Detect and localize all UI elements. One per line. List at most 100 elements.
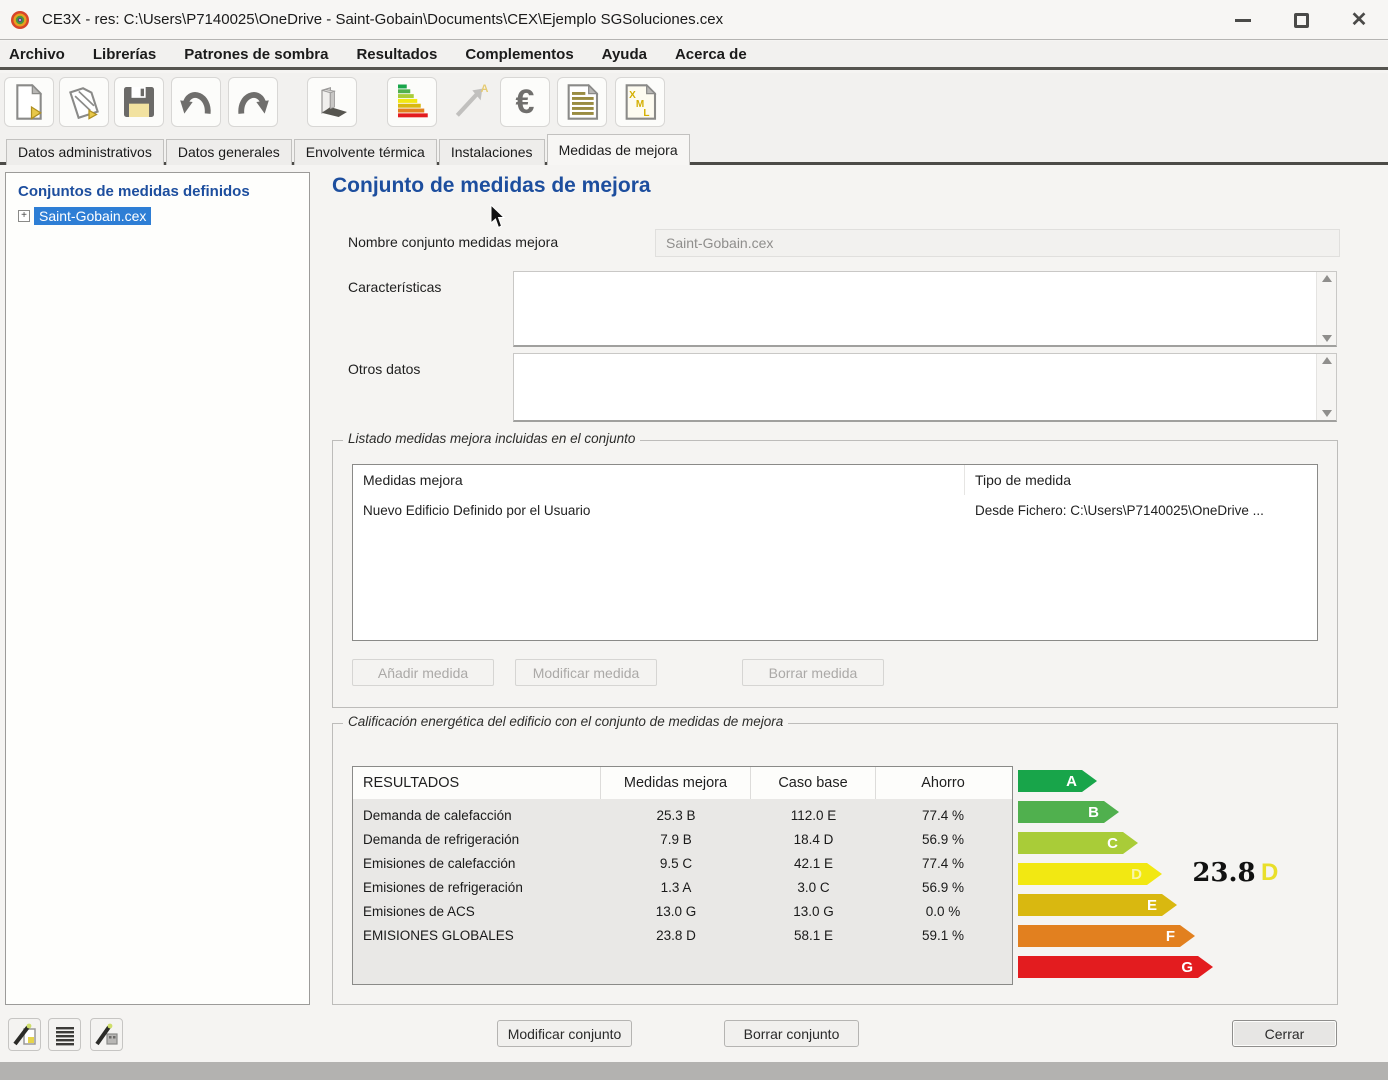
calificacion-group-title: Calificación energética del edificio con… xyxy=(343,714,788,729)
menu-resultados[interactable]: Resultados xyxy=(342,46,451,63)
borrar-conjunto-button[interactable]: Borrar conjunto xyxy=(724,1020,859,1047)
value-caso-base: 112.0 E xyxy=(751,808,876,823)
energy-arrow-G: G xyxy=(1018,956,1213,978)
new-file-button[interactable] xyxy=(4,77,54,127)
row-label: Demanda de refrigeración xyxy=(353,832,601,847)
measures-list-button[interactable] xyxy=(48,1018,81,1051)
measure-row[interactable]: Nuevo Edificio Definido por el Usuario D… xyxy=(353,495,1317,525)
measure-document-button[interactable] xyxy=(8,1018,41,1051)
maximize-button[interactable] xyxy=(1272,0,1330,40)
measure-building-button[interactable] xyxy=(90,1018,123,1051)
value-caso-base: 13.0 G xyxy=(751,904,876,919)
tab-medidas-de-mejora[interactable]: Medidas de mejora xyxy=(547,134,690,165)
mouse-cursor xyxy=(490,204,510,230)
otros-datos-textarea[interactable] xyxy=(514,354,1316,420)
rating-letter: G xyxy=(1181,959,1213,976)
otros-datos-field xyxy=(513,353,1337,422)
tab-envolvente-termica[interactable]: Envolvente térmica xyxy=(294,139,437,165)
tab-instalaciones[interactable]: Instalaciones xyxy=(439,139,545,165)
rating-letter: C xyxy=(1107,835,1138,852)
table-row: Emisiones de calefacción 9.5 C 42.1 E 77… xyxy=(353,851,1012,875)
measure-document-icon xyxy=(12,1022,38,1048)
measure-type[interactable]: Desde Fichero: C:\Users\P7140025\OneDriv… xyxy=(965,503,1317,518)
energy-arrow-A: A xyxy=(1018,770,1097,792)
menu-archivo[interactable]: Archivo xyxy=(0,46,79,63)
report-icon xyxy=(562,82,602,122)
improve-rating-button[interactable]: A xyxy=(444,77,494,127)
tab-datos-generales[interactable]: Datos generales xyxy=(166,139,292,165)
anadir-medida-button[interactable]: Añadir medida xyxy=(352,659,494,686)
undo-button[interactable] xyxy=(171,77,221,127)
svg-text:A: A xyxy=(481,83,489,95)
modificar-medida-button[interactable]: Modificar medida xyxy=(515,659,657,686)
save-icon xyxy=(119,82,159,122)
sidebar-panel: Conjuntos de medidas definidos + Saint-G… xyxy=(5,172,310,1005)
rating-letter: F xyxy=(1166,928,1195,945)
euro-icon: € xyxy=(516,83,535,122)
value-ahorro: 59.1 % xyxy=(876,928,1010,943)
window-title: CE3X - res: C:\Users\P7140025\OneDrive -… xyxy=(42,11,723,28)
results-table-header: RESULTADOS Medidas mejora Caso base Ahor… xyxy=(353,767,1012,799)
caracteristicas-textarea[interactable] xyxy=(514,272,1316,345)
column-caso-base: Caso base xyxy=(751,767,876,799)
svg-text:L: L xyxy=(643,108,649,119)
nombre-input[interactable] xyxy=(655,229,1340,257)
tree-item-label[interactable]: Saint-Gobain.cex xyxy=(34,207,151,225)
new-file-icon xyxy=(9,82,49,122)
value-medidas: 13.0 G xyxy=(601,904,751,919)
redo-button[interactable] xyxy=(228,77,278,127)
minimize-button[interactable] xyxy=(1214,0,1272,40)
table-row: Demanda de calefacción 25.3 B 112.0 E 77… xyxy=(353,803,1012,827)
column-medidas-mejora: Medidas mejora xyxy=(353,465,965,495)
export-xml-button[interactable]: XML xyxy=(615,77,665,127)
modificar-conjunto-button[interactable]: Modificar conjunto xyxy=(497,1020,632,1047)
menu-acerca-de[interactable]: Acerca de xyxy=(661,46,761,63)
rating-letter: E xyxy=(1147,897,1177,914)
caracteristicas-scrollbar[interactable] xyxy=(1316,272,1336,345)
energy-rating-button[interactable] xyxy=(387,77,437,127)
energy-arrow-E: E xyxy=(1018,894,1177,916)
menu-ayuda[interactable]: Ayuda xyxy=(588,46,661,63)
energy-rating-icon xyxy=(391,81,433,123)
table-row: Emisiones de refrigeración 1.3 A 3.0 C 5… xyxy=(353,875,1012,899)
close-button[interactable]: ✕ xyxy=(1330,0,1388,40)
building-3d-button[interactable] xyxy=(307,77,357,127)
scroll-down-icon[interactable] xyxy=(1322,335,1332,342)
report-button[interactable] xyxy=(557,77,607,127)
otros-datos-scrollbar[interactable] xyxy=(1316,354,1336,420)
column-tipo-de-medida: Tipo de medida xyxy=(965,465,1317,495)
nombre-label: Nombre conjunto medidas mejora xyxy=(348,234,558,250)
rating-letter: B xyxy=(1088,804,1119,821)
borrar-medida-button[interactable]: Borrar medida xyxy=(742,659,884,686)
energy-arrow-C: C xyxy=(1018,832,1138,854)
scroll-up-icon[interactable] xyxy=(1322,275,1332,282)
save-button[interactable] xyxy=(114,77,164,127)
column-ahorro: Ahorro xyxy=(876,767,1010,799)
value-caso-base: 58.1 E xyxy=(751,928,876,943)
menu-complementos[interactable]: Complementos xyxy=(451,46,587,63)
scroll-up-icon[interactable] xyxy=(1322,357,1332,364)
tree-item-saint-gobain[interactable]: + Saint-Gobain.cex xyxy=(18,207,309,225)
costs-button[interactable]: € xyxy=(500,77,550,127)
measure-name[interactable]: Nuevo Edificio Definido por el Usuario xyxy=(353,503,965,518)
menu-patrones-de-sombra[interactable]: Patrones de sombra xyxy=(170,46,342,63)
cerrar-button[interactable]: Cerrar xyxy=(1232,1020,1337,1047)
caracteristicas-field xyxy=(513,271,1337,347)
value-ahorro: 77.4 % xyxy=(876,856,1010,871)
scroll-down-icon[interactable] xyxy=(1322,410,1332,417)
menu-librerias[interactable]: Librerías xyxy=(79,46,170,63)
sidebar-title: Conjuntos de medidas definidos xyxy=(18,183,309,200)
maximize-icon xyxy=(1294,13,1309,28)
menu-bar: Archivo Librerías Patrones de sombra Res… xyxy=(0,41,1388,70)
value-ahorro: 0.0 % xyxy=(876,904,1010,919)
value-ahorro: 56.9 % xyxy=(876,880,1010,895)
redo-icon xyxy=(233,82,273,122)
building-3d-icon xyxy=(312,82,352,122)
tree-expand-icon[interactable]: + xyxy=(18,210,30,222)
title-bar: CE3X - res: C:\Users\P7140025\OneDrive -… xyxy=(0,0,1388,40)
open-file-button[interactable] xyxy=(59,77,109,127)
measures-table: Medidas mejora Tipo de medida Nuevo Edif… xyxy=(352,464,1318,641)
energy-arrow-F: F xyxy=(1018,925,1195,947)
tab-datos-administrativos[interactable]: Datos administrativos xyxy=(6,139,164,165)
open-file-icon xyxy=(64,82,104,122)
